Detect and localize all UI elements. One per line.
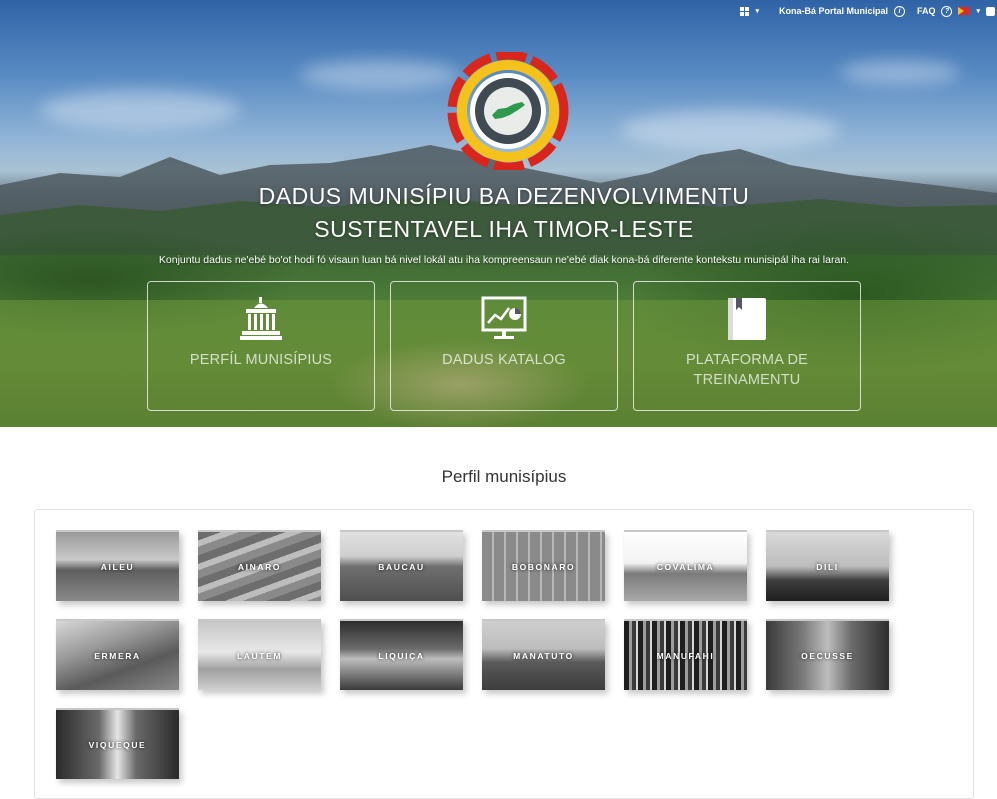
apps-grid-icon[interactable] <box>740 6 750 16</box>
municipality-label: OECUSSE <box>801 651 854 661</box>
municipality-label: AILEU <box>100 562 135 572</box>
question-icon[interactable]: ? <box>941 5 953 17</box>
section-title: Perfil munisípius <box>441 467 567 486</box>
card-data-catalog[interactable]: DADUS KATALOG <box>390 281 618 411</box>
card-training-platform[interactable]: PLATAFORMA DE TREINAMENTU <box>633 281 861 411</box>
municipalities-panel: AILEU AINARO BAUCAU BOBONARO COVALIMA DI… <box>34 509 974 799</box>
municipality-tile-manatuto[interactable]: MANATUTO <box>482 619 605 690</box>
hero-subtitle: Konjuntu dadus ne'ebé bo'ot hodi fó visa… <box>158 254 850 266</box>
hero-title: DADUS MUNISÍPIU BA DEZENVOLVIMENTU SUSTE… <box>200 180 808 246</box>
municipality-label: ERMERA <box>94 651 141 661</box>
municipality-tile-baucau[interactable]: BAUCAU <box>340 530 463 601</box>
municipality-tile-oecusse[interactable]: OECUSSE <box>766 619 889 690</box>
municipality-tile-manufahi[interactable]: MANUFAHI <box>624 619 747 690</box>
info-icon[interactable]: i <box>893 5 905 17</box>
municipality-tile-dili[interactable]: DILI <box>766 530 889 601</box>
timor-leste-flag-icon[interactable] <box>958 7 971 15</box>
municipality-label: COVALIMA <box>656 562 715 572</box>
apps-caret-icon[interactable]: ▾ <box>755 7 759 15</box>
language-caret-icon[interactable]: ▾ <box>976 7 980 15</box>
municipality-tile-viqueque[interactable]: VIQUEQUE <box>56 708 179 779</box>
municipality-tile-liquica[interactable]: LIQUIÇA <box>340 619 463 690</box>
card-label: PERFÍL MUNISÍPIUS <box>189 352 333 368</box>
top-bar: ▾ Kona-Bá Portal Municipal i FAQ ? ▾ <box>740 4 997 18</box>
municipality-tile-ermera[interactable]: ERMERA <box>56 619 179 690</box>
card-municipal-profile[interactable]: PERFÍL MUNISÍPIUS <box>147 281 375 411</box>
municipality-tile-ainaro[interactable]: AINARO <box>198 530 321 601</box>
municipality-label: MANUFAHI <box>656 651 715 661</box>
municipality-label: MANATUTO <box>513 651 574 661</box>
chart-presentation-icon <box>481 296 527 339</box>
book-icon <box>728 298 766 340</box>
municipality-tile-lautem[interactable]: LAUTEM <box>198 619 321 690</box>
card-label: DADUS KATALOG <box>442 352 566 368</box>
municipality-tile-bobonaro[interactable]: BOBONARO <box>482 530 605 601</box>
municipality-tile-covalima[interactable]: COVALIMA <box>624 530 747 601</box>
municipality-tile-aileu[interactable]: AILEU <box>56 530 179 601</box>
puzzle-icon[interactable] <box>986 6 995 16</box>
municipality-label: VIQUEQUE <box>88 740 147 750</box>
portal-link[interactable]: Kona-Bá Portal Municipal <box>779 6 888 16</box>
portal-logo <box>447 52 569 170</box>
hero-title-line2: SUSTENTAVEL IHA TIMOR-LESTE <box>314 216 694 242</box>
municipality-label: LIQUIÇA <box>378 651 425 661</box>
government-building-icon <box>240 297 282 340</box>
municipality-label: AINARO <box>237 562 282 572</box>
hero-title-line1: DADUS MUNISÍPIU BA DEZENVOLVIMENTU <box>258 183 750 209</box>
faq-link[interactable]: FAQ <box>917 6 936 16</box>
municipality-label: BAUCAU <box>378 562 425 572</box>
municipality-label: BOBONARO <box>511 562 576 572</box>
municipality-label: DILI <box>816 562 839 572</box>
municipality-label: LAUTEM <box>236 651 282 661</box>
card-label: PLATAFORMA DE TREINAMENTU <box>685 352 809 388</box>
